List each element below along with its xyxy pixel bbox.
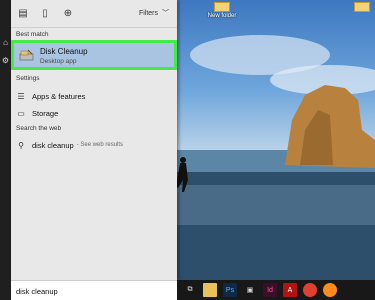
documents-scope-icon[interactable]: ▯ (39, 8, 51, 20)
filters-dropdown[interactable]: Filters ﹀ (139, 8, 169, 18)
web-scope-globe-icon[interactable]: ⊕ (62, 8, 74, 20)
chevron-down-icon: ﹀ (162, 10, 169, 17)
search-scope-bar: ▤ ▯ ⊕ Filters ﹀ (11, 0, 177, 28)
settings-heading: Settings (16, 75, 40, 82)
search-icon: ⚲ (18, 140, 24, 150)
storage-icon: ▭ (17, 108, 25, 118)
result-label: Apps & features (32, 91, 86, 101)
result-web-search[interactable]: ⚲ disk cleanup - See web results (11, 138, 177, 152)
taskbar: ⧉ Ps ▣ Id A (177, 280, 375, 300)
apps-features-icon: ☰ (17, 91, 25, 101)
disk-cleanup-icon (19, 49, 34, 61)
result-storage[interactable]: ▭ Storage (11, 106, 177, 120)
indesign-icon[interactable]: Id (263, 283, 277, 297)
best-match-disk-cleanup[interactable]: Disk Cleanup Desktop app (11, 40, 177, 70)
photoshop-icon[interactable]: Ps (223, 283, 237, 297)
search-input[interactable] (11, 282, 177, 300)
web-hint: - See web results (76, 142, 124, 148)
desktop-icon-folder[interactable] (345, 2, 375, 13)
task-view-icon[interactable]: ⧉ (183, 283, 197, 297)
search-web-heading: Search the web (16, 125, 62, 132)
acrobat-icon[interactable]: A (283, 283, 297, 297)
folder-icon (354, 2, 370, 12)
home-icon[interactable]: ⌂ (0, 36, 11, 50)
chrome-icon[interactable] (303, 283, 317, 297)
desktop-icon-label: New folder (207, 13, 237, 19)
result-apps-features[interactable]: ☰ Apps & features (11, 89, 177, 103)
web-query: disk cleanup (32, 140, 74, 150)
best-match-heading: Best match (16, 31, 49, 38)
settings-gear-icon[interactable]: ⚙ (0, 54, 11, 68)
file-explorer-icon[interactable] (203, 283, 217, 297)
desktop-icon-new-folder[interactable]: New folder (205, 2, 239, 19)
firefox-icon[interactable] (323, 283, 337, 297)
search-results-panel: ▤ ▯ ⊕ Filters ﹀ Best match Disk Cleanup … (11, 0, 177, 280)
folder-icon (214, 2, 230, 12)
search-box[interactable] (11, 280, 177, 300)
filters-label: Filters (138, 9, 158, 17)
best-match-subtitle: Desktop app (40, 58, 77, 65)
apps-scope-icon[interactable]: ▤ (17, 8, 29, 20)
result-label: Storage (32, 108, 59, 118)
start-left-rail: ⌂ ⚙ (0, 0, 11, 300)
best-match-title: Disk Cleanup (40, 47, 88, 56)
store-icon[interactable]: ▣ (243, 283, 257, 297)
